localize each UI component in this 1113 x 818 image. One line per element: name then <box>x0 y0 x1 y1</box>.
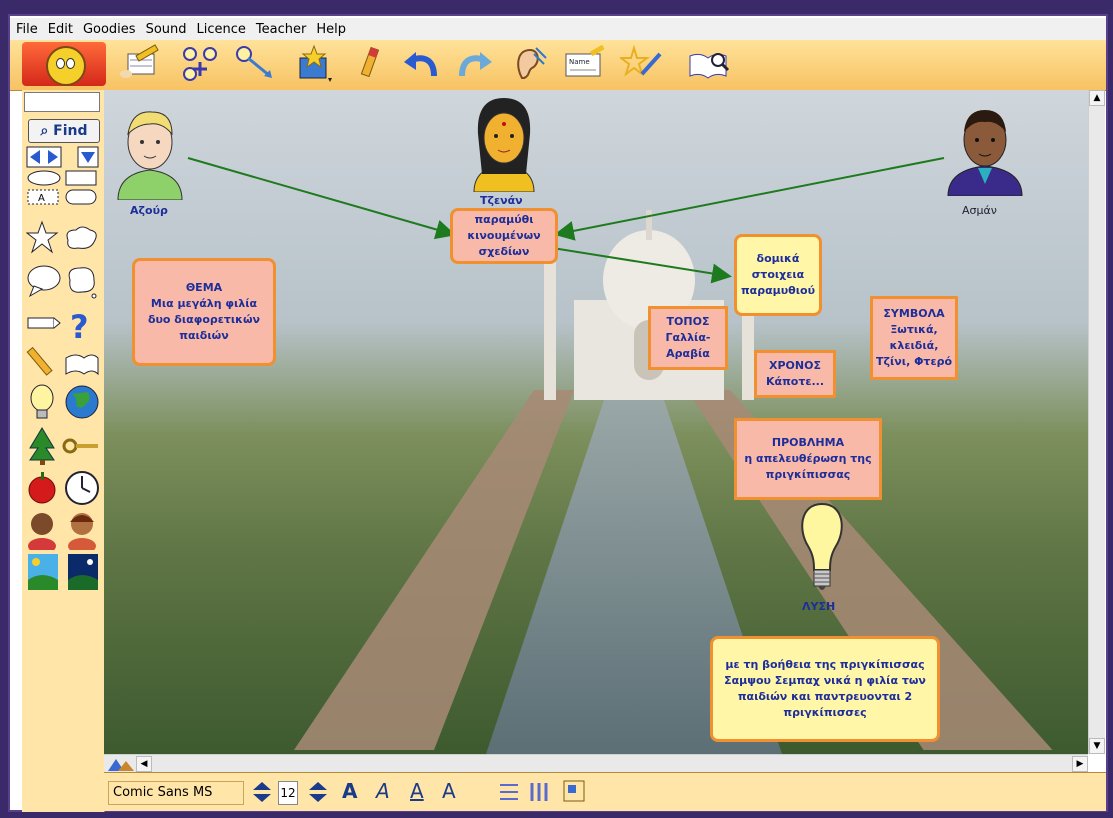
star-cloud-icon[interactable] <box>26 220 100 256</box>
story-elements-card[interactable]: δομικά στοιχεια παραμυθιού <box>734 234 822 316</box>
mascot-face-icon <box>46 46 86 86</box>
boy-asman-avatar[interactable] <box>944 104 1026 196</box>
speech-thought-icon[interactable] <box>26 262 100 302</box>
pencil-notebook-icon[interactable] <box>118 44 162 84</box>
center-topic-card[interactable]: παραμύθι κινουμένων σχεδίων <box>450 208 558 264</box>
star-box-icon[interactable] <box>292 44 336 84</box>
solution-card[interactable]: με τη βοήθεια της πριγκίπισσας Σαμψου Σε… <box>710 636 940 742</box>
problem-card[interactable]: ΠΡΟΒΛΗΜΑ η απελευθέρωση της πριγκίπισσας <box>734 418 882 500</box>
text-color-icon[interactable]: A <box>442 779 456 803</box>
format-bar: Comic Sans MS 12 A A A A <box>104 772 1106 811</box>
line-spacing-icon[interactable] <box>498 781 520 803</box>
arrow-asman-to-center <box>554 157 945 241</box>
redo-icon[interactable] <box>452 44 496 84</box>
book-search-icon[interactable] <box>686 44 730 84</box>
place-card[interactable]: ΤΟΠΟΣ Γαλλία- Αραβία <box>648 306 728 370</box>
search-input[interactable] <box>24 92 100 112</box>
terrain-icon <box>108 759 134 771</box>
undo-icon[interactable] <box>400 44 444 84</box>
menu-goodies[interactable]: Goodies <box>77 20 140 37</box>
font-select[interactable]: Comic Sans MS <box>108 781 244 805</box>
size-down-stepper-icon[interactable] <box>252 781 272 803</box>
menu-sound[interactable]: Sound <box>140 20 191 37</box>
person-label-asman: Ασμάν <box>962 204 997 217</box>
boy-azour-avatar[interactable] <box>112 104 188 200</box>
mindmap-canvas[interactable]: Αζούρ Τζενάν Ασμάν παραμύθι κινουμένων σ… <box>104 90 1088 754</box>
pencil-book-icon[interactable] <box>26 344 100 380</box>
horizontal-scrollbar[interactable]: ◀ ▶ <box>104 754 1088 773</box>
menu-teacher[interactable]: Teacher <box>250 20 310 37</box>
underline-icon[interactable]: A <box>410 779 424 803</box>
name-icon-text: Name <box>569 58 590 66</box>
arrow-connect-icon[interactable] <box>234 44 278 84</box>
mascot-logo-button[interactable] <box>22 42 106 86</box>
apple-clock-icon[interactable] <box>26 468 100 508</box>
menu-licence[interactable]: Licence <box>191 20 250 37</box>
person-label-jenan: Τζενάν <box>480 194 523 207</box>
time-card[interactable]: ΧΡΟΝΟΣ Κάποτε... <box>754 350 836 398</box>
left-sidebar: ⌕ Find A ? <box>22 90 105 812</box>
symbols-card[interactable]: ΣΥΜΒΟΛΑ Ξωτικά, κλειδιά, Τζίνι, Φτερό <box>870 296 958 380</box>
scroll-up-arrow-icon[interactable]: ▲ <box>1089 90 1105 106</box>
scroll-right-arrow-icon[interactable]: ▶ <box>1072 756 1088 772</box>
vertical-scrollbar[interactable]: ▲ ▼ <box>1088 90 1105 754</box>
theme-card[interactable]: ΘΕΜΑ Μια μεγάλη φιλία δυο διαφορετικών π… <box>132 258 276 366</box>
solution-label: ΛΥΣΗ <box>802 600 836 613</box>
bold-icon[interactable]: A <box>342 779 357 803</box>
nav-arrows-icon[interactable] <box>26 146 100 168</box>
menu-file[interactable]: File <box>10 20 42 37</box>
svg-text:A: A <box>38 193 45 204</box>
layout-icon[interactable] <box>562 779 586 803</box>
arrow-center-to-elements <box>539 245 732 284</box>
sparkle-brush-icon[interactable] <box>618 44 664 84</box>
columns-icon[interactable] <box>528 781 550 803</box>
shape-tools-icon[interactable]: A <box>26 170 100 206</box>
crayon-icon[interactable] <box>348 44 392 84</box>
find-button[interactable]: ⌕ Find <box>28 119 100 143</box>
ear-icon[interactable] <box>506 44 550 84</box>
connector-arrows <box>187 157 945 284</box>
svg-text:?: ? <box>70 308 89 342</box>
menu-edit[interactable]: Edit <box>42 20 77 37</box>
find-label: Find <box>53 123 88 139</box>
network-icon[interactable] <box>178 44 222 84</box>
scroll-down-arrow-icon[interactable]: ▼ <box>1089 738 1105 754</box>
day-night-scenes-icon[interactable] <box>26 552 100 592</box>
magnifier-icon: ⌕ <box>40 123 49 139</box>
lightbulb-globe-icon[interactable] <box>26 384 100 424</box>
name-icon[interactable]: Name <box>562 44 606 84</box>
person-label-azour: Αζούρ <box>130 204 168 217</box>
font-size-field[interactable]: 12 <box>278 781 298 805</box>
girl-jenan-avatar[interactable] <box>466 94 542 192</box>
children-icon[interactable] <box>26 510 100 550</box>
menu-help[interactable]: Help <box>310 20 350 37</box>
size-up-stepper-icon[interactable] <box>308 781 328 803</box>
menu-bar: File Edit Goodies Sound Licence Teacher Help <box>10 18 1106 41</box>
arrow-azour-to-center <box>187 157 456 240</box>
key-question-icon[interactable]: ? <box>26 306 100 342</box>
scroll-left-arrow-icon[interactable]: ◀ <box>136 756 152 772</box>
main-toolbar: Name <box>10 40 1106 91</box>
tree-key-icon[interactable] <box>26 426 100 466</box>
lightbulb-icon[interactable] <box>792 500 852 600</box>
italic-icon[interactable]: A <box>376 779 390 803</box>
